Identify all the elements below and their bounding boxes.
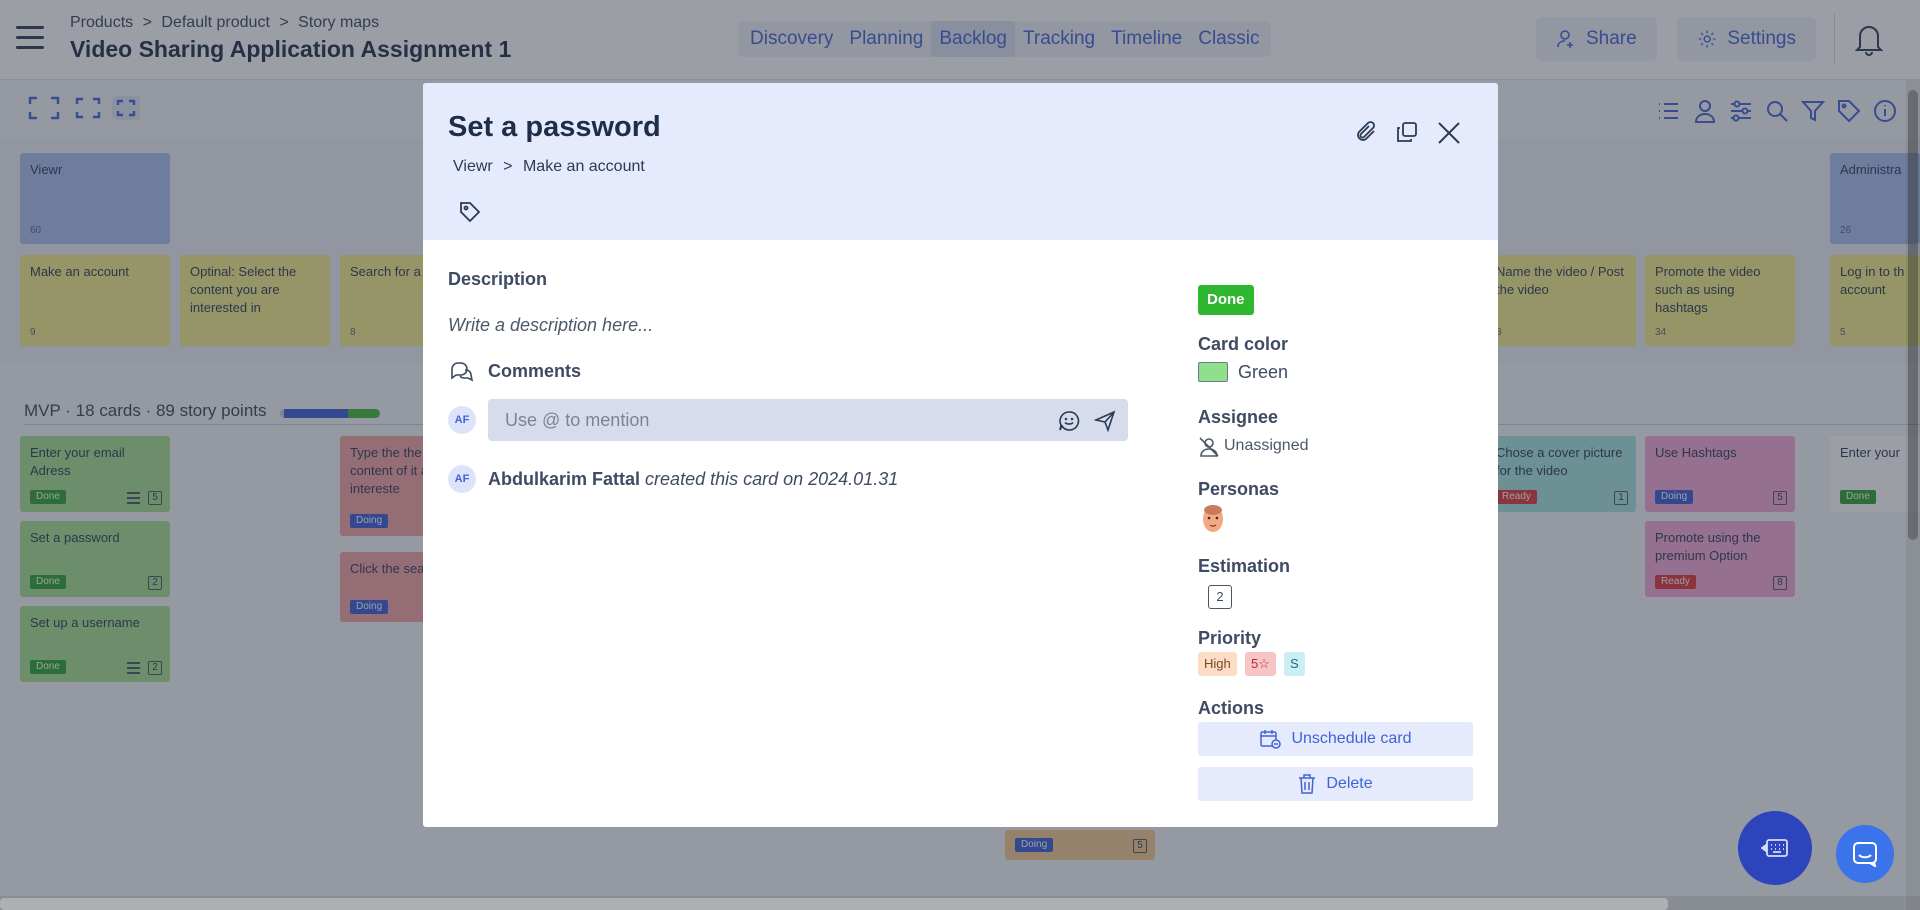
comment-input[interactable] — [488, 399, 1048, 441]
chat-support-button[interactable] — [1836, 825, 1894, 883]
unschedule-card-label: Unschedule card — [1291, 730, 1412, 747]
comment-box — [488, 399, 1128, 441]
assignee-value[interactable]: Unassigned — [1224, 437, 1309, 455]
card-path: Viewr > Make an account — [453, 158, 651, 176]
priority-chip-size[interactable]: S — [1284, 652, 1305, 676]
card-color-swatch[interactable] — [1198, 362, 1228, 382]
priority-chip-five-star[interactable]: 5☆ — [1245, 652, 1276, 676]
comments-label: Comments — [488, 361, 582, 381]
avatar: AF — [448, 406, 476, 434]
personas-label: Personas — [1198, 479, 1280, 499]
card-title[interactable]: Set a password — [448, 111, 661, 144]
unschedule-card-button[interactable]: Unschedule card — [1198, 722, 1473, 756]
card-detail-modal: Set a password Viewr > Make an account D… — [423, 83, 1498, 827]
card-color-label: Card color — [1198, 334, 1289, 354]
comments-icon — [451, 362, 474, 382]
status-badge[interactable]: Done — [1198, 285, 1254, 315]
persona-avatar-icon[interactable] — [1201, 504, 1225, 534]
activity-author[interactable]: Abdulkarim Fattal — [488, 469, 640, 489]
send-icon[interactable] — [1094, 410, 1116, 432]
unassigned-user-icon[interactable] — [1198, 436, 1220, 458]
card-color-name[interactable]: Green — [1238, 362, 1288, 383]
keyboard-icon — [1761, 839, 1788, 857]
calendar-icon — [1260, 730, 1282, 749]
trash-icon — [1299, 774, 1316, 794]
duplicate-icon[interactable] — [1395, 120, 1419, 144]
description-label: Description — [448, 269, 548, 289]
activity-entry: Abdulkarim Fattal created this card on 2… — [488, 469, 898, 490]
priority-chip-high[interactable]: High — [1198, 652, 1237, 676]
estimation-label: Estimation — [1198, 556, 1291, 576]
card-path-separator: > — [503, 158, 513, 175]
activity-text: created this card on 2024.01.31 — [645, 469, 899, 489]
close-icon[interactable] — [1436, 120, 1462, 146]
assignee-label: Assignee — [1198, 407, 1279, 427]
description-field[interactable]: Write a description here... — [448, 315, 653, 336]
avatar: AF — [448, 465, 476, 493]
keyboard-shortcuts-button[interactable] — [1738, 811, 1812, 885]
delete-button[interactable]: Delete — [1198, 767, 1473, 801]
attachment-icon[interactable] — [1354, 120, 1378, 144]
actions-label: Actions — [1198, 698, 1265, 718]
card-path-persona[interactable]: Viewr — [453, 158, 493, 175]
card-path-activity[interactable]: Make an account — [523, 158, 645, 175]
star-icon: ☆ — [1258, 656, 1270, 671]
estimation-value[interactable]: 2 — [1208, 585, 1232, 609]
vertical-scroll-thumb[interactable] — [1908, 90, 1918, 540]
modal-header: Set a password Viewr > Make an account — [423, 83, 1498, 240]
delete-label: Delete — [1326, 775, 1373, 792]
horizontal-scroll-thumb[interactable] — [0, 898, 1668, 910]
chat-icon — [1853, 842, 1877, 867]
tag-icon[interactable] — [458, 200, 482, 224]
priority-label: Priority — [1198, 628, 1262, 648]
emoji-icon[interactable] — [1058, 410, 1080, 432]
